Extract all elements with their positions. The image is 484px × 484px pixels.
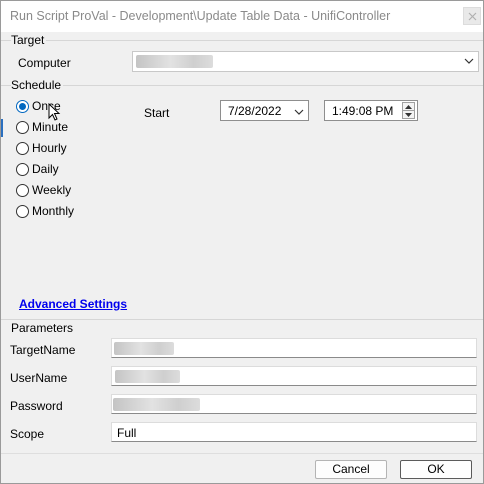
- radio-label-daily: Daily: [32, 162, 59, 176]
- computer-value-redacted: [136, 55, 213, 68]
- start-date-picker[interactable]: 7/28/2022: [220, 100, 309, 121]
- radio-monthly[interactable]: Monthly: [16, 203, 74, 219]
- start-time-picker[interactable]: 1:49:08 PM: [324, 100, 418, 121]
- password-field[interactable]: [111, 394, 477, 414]
- radio-label-weekly: Weekly: [32, 183, 72, 197]
- button-bar: Cancel OK: [1, 453, 483, 483]
- start-date-value: 7/28/2022: [228, 104, 282, 118]
- radio-circle: [16, 162, 29, 176]
- caret-up-icon: [405, 105, 412, 109]
- title-bar[interactable]: Run Script ProVal - Development\Update T…: [1, 1, 483, 32]
- radio-weekly[interactable]: Weekly: [16, 182, 71, 198]
- run-script-dialog: Run Script ProVal - Development\Update T…: [0, 0, 484, 484]
- parameters-group-label: Parameters: [11, 321, 76, 335]
- left-edge-accent: [1, 119, 3, 137]
- targetname-value-redacted: [114, 342, 174, 355]
- start-label: Start: [144, 106, 170, 120]
- parameters-group-line: [1, 319, 483, 320]
- radio-circle: [16, 204, 29, 218]
- spin-up-button[interactable]: [403, 103, 414, 111]
- username-label: UserName: [10, 371, 68, 385]
- targetname-label: TargetName: [10, 343, 76, 357]
- radio-circle: [16, 183, 29, 197]
- window-title: Run Script ProVal - Development\Update T…: [10, 9, 391, 23]
- close-icon: [468, 12, 477, 21]
- username-field[interactable]: [111, 366, 477, 386]
- cancel-button[interactable]: Cancel: [315, 460, 387, 479]
- spin-down-button[interactable]: [403, 111, 414, 119]
- close-button[interactable]: [463, 7, 481, 25]
- password-value-redacted: [113, 398, 200, 411]
- target-group-line: [1, 40, 483, 41]
- radio-label-monthly: Monthly: [32, 204, 75, 218]
- password-label: Password: [10, 399, 63, 413]
- chevron-down-icon: [464, 58, 474, 64]
- mouse-cursor-icon: [48, 103, 61, 121]
- schedule-group-line: [1, 85, 483, 86]
- time-spinner: [402, 102, 415, 119]
- start-time-value: 1:49:08 PM: [332, 104, 394, 118]
- chevron-down-icon: [294, 109, 304, 115]
- targetname-field[interactable]: [111, 338, 477, 358]
- username-value-redacted: [115, 370, 180, 383]
- radio-circle-checked: [16, 99, 29, 113]
- radio-circle: [16, 141, 29, 155]
- scope-field[interactable]: Full: [111, 422, 477, 442]
- ok-button[interactable]: OK: [400, 460, 472, 479]
- target-group-label: Target: [11, 33, 47, 47]
- radio-daily[interactable]: Daily: [16, 161, 59, 177]
- computer-label: Computer: [18, 56, 71, 70]
- radio-hourly[interactable]: Hourly: [16, 140, 67, 156]
- advanced-settings-link[interactable]: Advanced Settings: [19, 297, 127, 311]
- radio-circle: [16, 120, 29, 134]
- schedule-group-label: Schedule: [11, 78, 64, 92]
- radio-label-hourly: Hourly: [32, 141, 67, 155]
- computer-select[interactable]: [132, 51, 479, 72]
- caret-down-icon: [405, 113, 412, 117]
- scope-value: Full: [117, 426, 137, 440]
- scope-label: Scope: [10, 427, 45, 441]
